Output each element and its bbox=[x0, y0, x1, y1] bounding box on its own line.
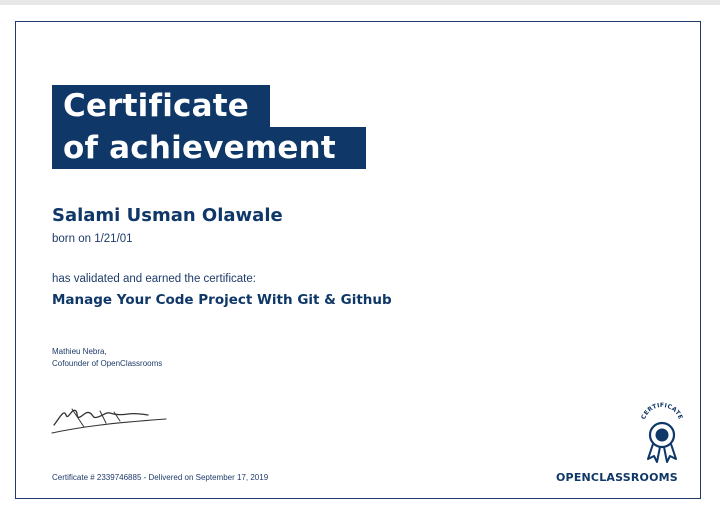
svg-text:CERTIFICATE: CERTIFICATE bbox=[640, 402, 684, 421]
signature-mark bbox=[51, 408, 167, 434]
page: Certificate of achievement Salami Usman … bbox=[0, 0, 720, 511]
recipient-name: Salami Usman Olawale bbox=[52, 205, 283, 226]
certificate-rosette-icon: CERTIFICATE bbox=[640, 402, 684, 463]
validation-text: has validated and earned the certificate… bbox=[52, 273, 256, 285]
course-title: Manage Your Code Project With Git & Gith… bbox=[52, 292, 392, 308]
brand-logo: OPENCLASSROOMS bbox=[556, 471, 678, 484]
title-line-2: of achievement bbox=[52, 127, 366, 169]
birth-date: born on 1/21/01 bbox=[52, 233, 133, 245]
badge-label: CERTIFICATE bbox=[640, 402, 684, 421]
signer-name: Mathieu Nebra, bbox=[52, 347, 107, 356]
certificate-sheet: Certificate of achievement Salami Usman … bbox=[0, 5, 720, 511]
title-line-1: Certificate bbox=[52, 85, 270, 127]
certificate-number: Certificate # 2339746885 - Delivered on … bbox=[52, 473, 269, 482]
signer-role: Cofounder of OpenClassrooms bbox=[52, 359, 163, 368]
